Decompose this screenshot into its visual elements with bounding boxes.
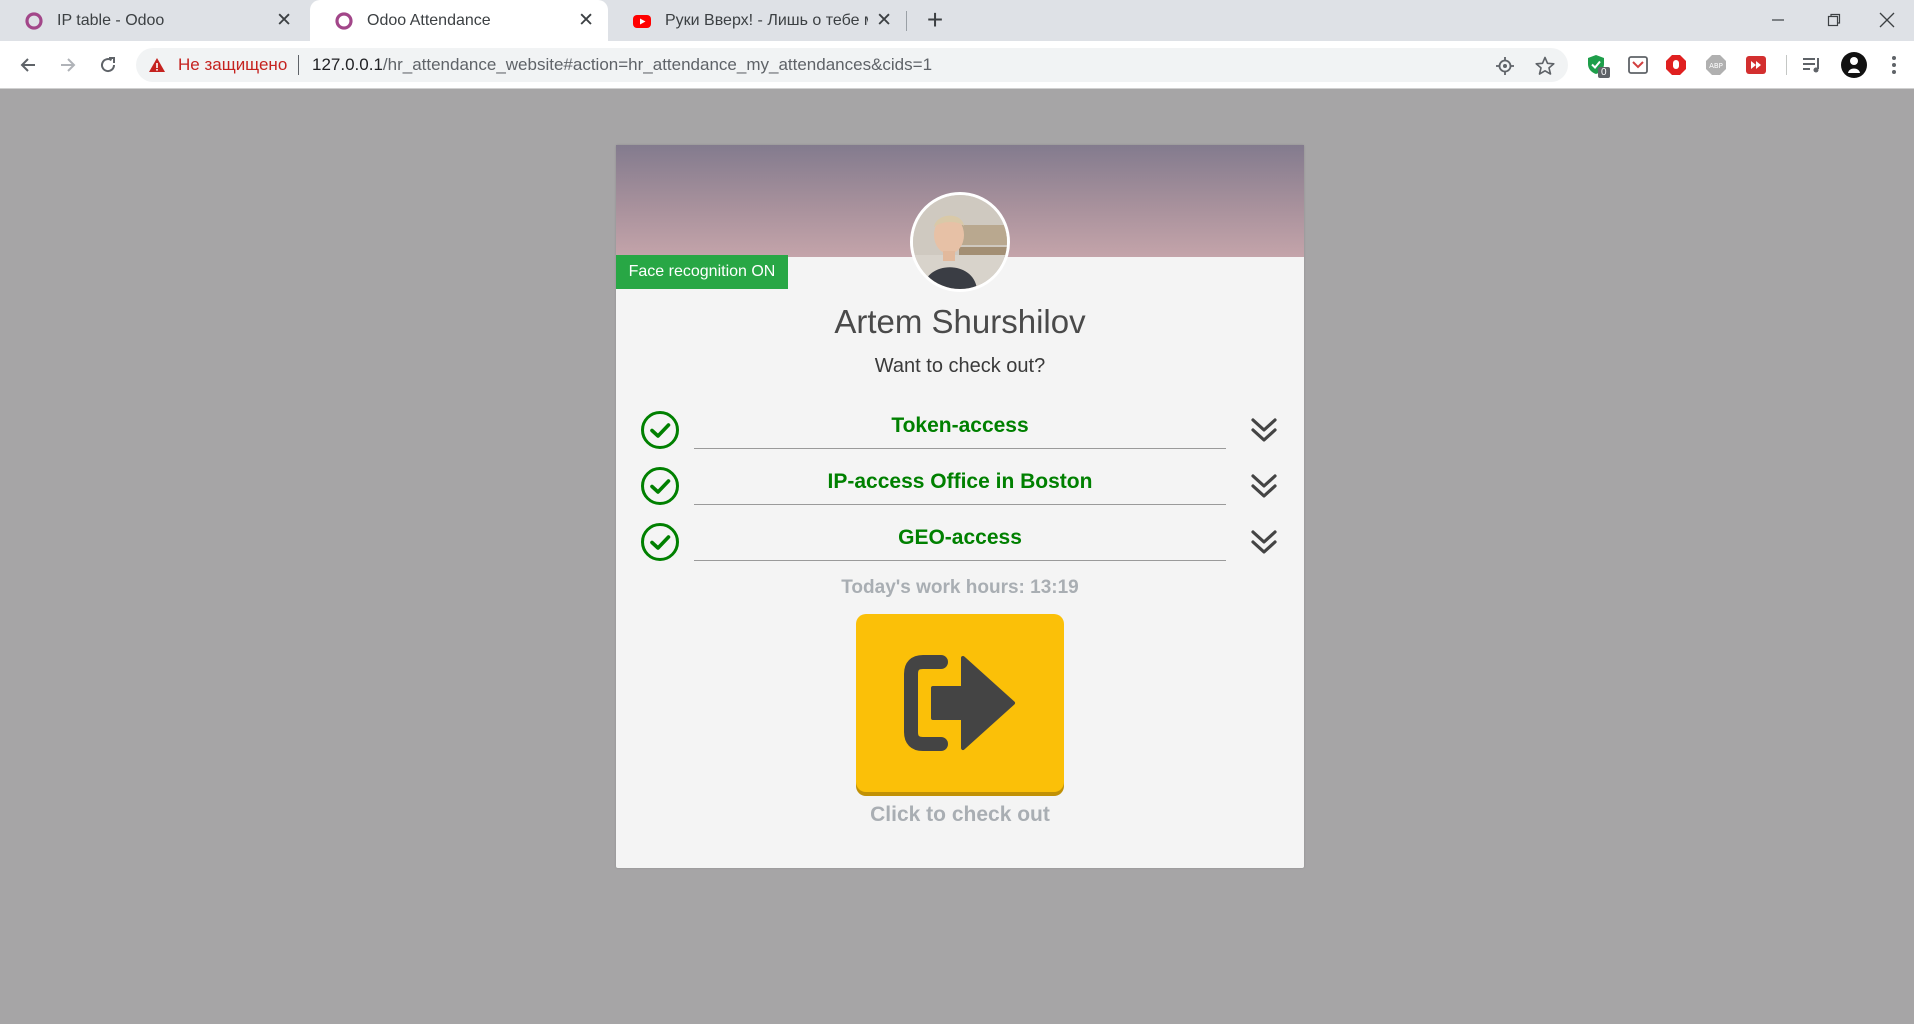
attendance-card: Face recognition ON Artem Shurshilov Wan… [616,145,1304,868]
check-out-caption: Click to check out [870,803,1050,826]
restore-button[interactable] [1804,4,1864,36]
restore-icon [1827,13,1841,27]
url-divider [298,55,299,75]
face-recognition-badge: Face recognition ON [616,255,788,289]
youtube-icon [633,14,651,28]
warning-icon [149,58,165,72]
media-control-icon[interactable] [1800,53,1824,77]
arrow-left-icon [20,58,35,72]
close-tab-icon[interactable]: ✕ [578,11,594,30]
tab-separator [906,11,907,31]
arrow-right-icon [61,58,76,72]
url-host: 127.0.0.1 [312,55,383,74]
address-bar[interactable]: Не защищено 127.0.0.1/hr_attendance_webs… [136,48,1568,82]
tab-odoo-attendance[interactable]: Odoo Attendance ✕ [310,0,608,41]
check-circle-icon [641,467,679,505]
check-row-token: Token-access [616,408,1304,464]
minimize-icon [1772,19,1784,21]
extension-badge: 0 [1598,67,1610,78]
url-text[interactable]: 127.0.0.1/hr_attendance_website#action=h… [312,55,932,75]
odoo-icon [25,11,43,30]
bookmark-star-icon[interactable] [1534,55,1556,77]
adblock-icon[interactable] [1664,53,1688,77]
close-window-button[interactable] [1860,4,1914,36]
tab-title: Odoo Attendance [367,11,491,29]
check-row-geo: GEO-access [616,520,1304,576]
minimize-button[interactable] [1748,4,1808,36]
profile-avatar-icon[interactable] [1840,51,1868,79]
video-extension-icon[interactable] [1744,53,1768,77]
close-tab-icon[interactable]: ✕ [276,11,292,30]
menu-kebab-icon[interactable] [1882,53,1906,77]
forward-button[interactable] [52,49,84,81]
employee-photo [913,195,1007,289]
new-tab-button[interactable]: + [920,6,950,36]
tab-ip-table[interactable]: IP table - Odoo ✕ [0,0,306,41]
abp-icon[interactable]: ABP [1704,53,1728,77]
security-label[interactable]: Не защищено [178,55,287,75]
double-chevron-down-icon[interactable] [1248,526,1280,558]
check-label-geo: GEO-access [694,520,1226,561]
close-tab-icon[interactable]: ✕ [876,11,892,30]
double-chevron-down-icon[interactable] [1248,470,1280,502]
reload-icon [101,57,116,73]
tab-youtube[interactable]: Руки Вверх! - Лишь о тебе мечт ✕ [608,0,906,41]
svg-text:ABP: ABP [1709,62,1723,70]
check-out-button[interactable] [856,614,1064,792]
check-row-ip: IP-access Office in Boston [616,464,1304,520]
back-button[interactable] [12,49,44,81]
location-icon[interactable] [1494,55,1516,77]
tab-title: Руки Вверх! - Лишь о тебе мечт [665,11,868,29]
check-label-ip: IP-access Office in Boston [694,464,1226,505]
work-hours: Today's work hours: 13:19 [841,577,1079,598]
browser-toolbar: Не защищено 127.0.0.1/hr_attendance_webs… [0,41,1914,89]
reload-button[interactable] [92,49,124,81]
tab-title: IP table - Odoo [57,11,165,29]
odoo-icon [335,11,353,30]
url-path: /hr_attendance_website#action=hr_attenda… [382,55,933,74]
check-circle-icon [641,411,679,449]
employee-avatar [910,192,1010,292]
check-label-token: Token-access [694,408,1226,449]
check-out-question: Want to check out? [874,355,1046,377]
close-icon [1879,12,1895,28]
check-circle-icon [641,523,679,561]
sign-out-icon [904,655,1015,751]
toolbar-divider [1786,55,1787,75]
pocket-icon[interactable] [1626,53,1650,77]
employee-name: Artem Shurshilov [834,303,1086,340]
double-chevron-down-icon[interactable] [1248,414,1280,446]
tab-strip: IP table - Odoo ✕ Odoo Attendance ✕ Руки… [0,0,1914,41]
